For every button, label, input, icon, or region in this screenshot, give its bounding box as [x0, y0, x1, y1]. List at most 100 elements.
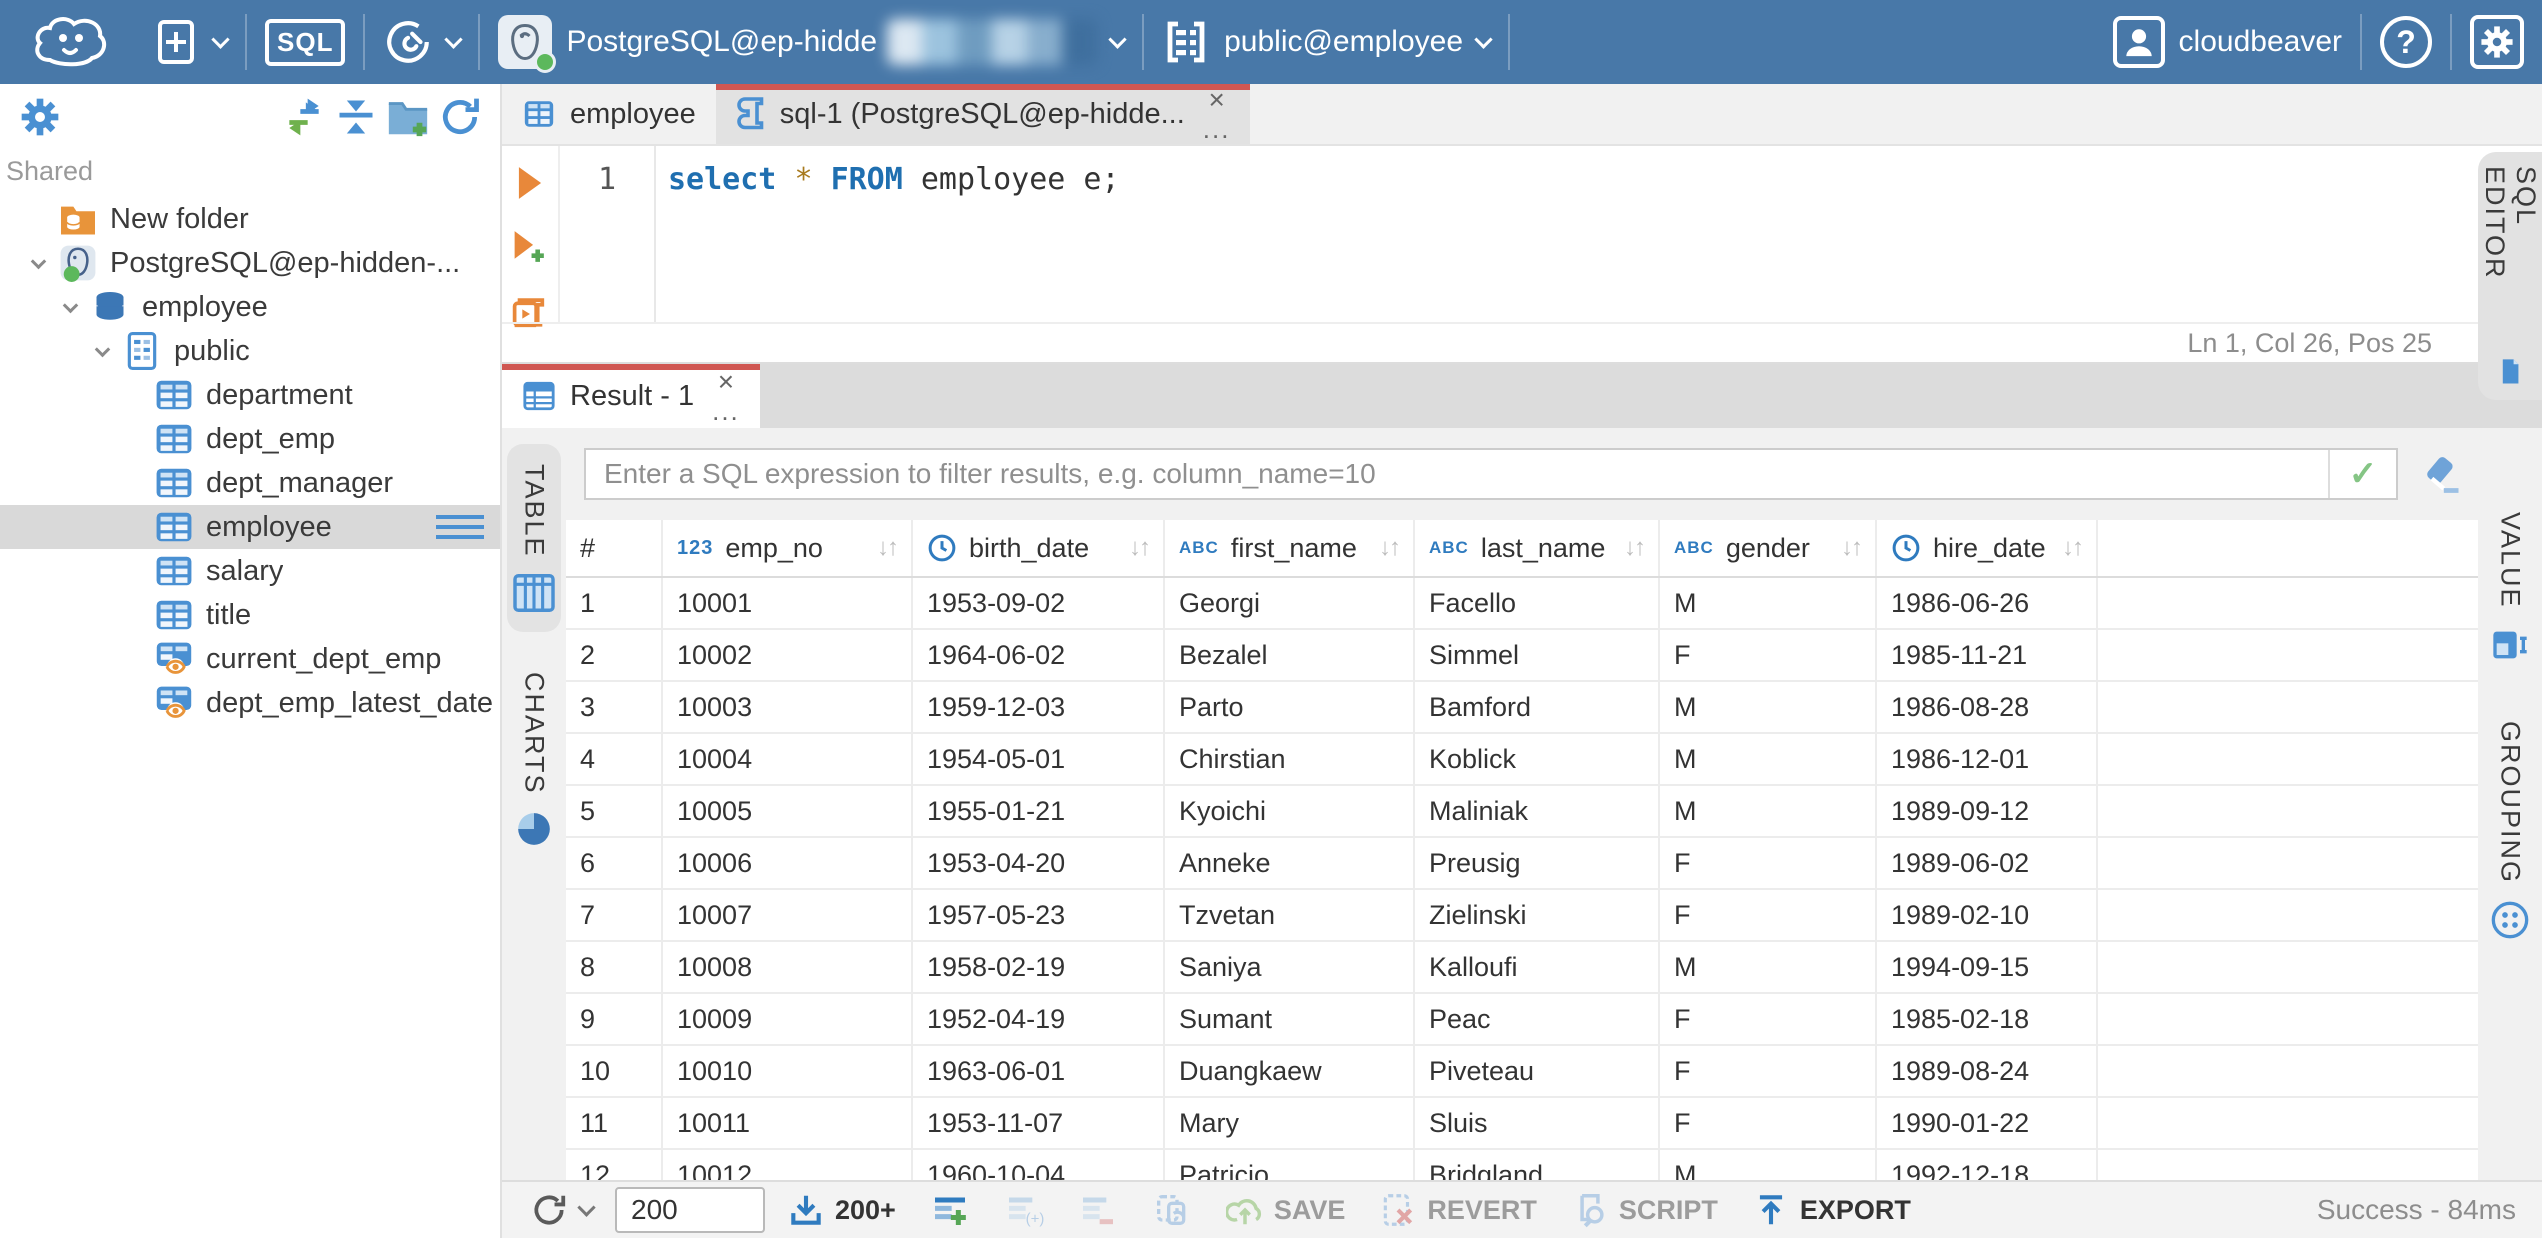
grid-cell[interactable]: Kalloufi	[1415, 942, 1660, 992]
connection-selector[interactable]: PostgreSQL@ep-hidde	[480, 0, 1142, 84]
grid-cell[interactable]: 1952-04-19	[913, 994, 1165, 1044]
grid-cell[interactable]: Georgi	[1165, 578, 1415, 628]
row-number-cell[interactable]: 12	[566, 1150, 663, 1180]
column-header-last_name[interactable]: ABC last_name ↓↑	[1415, 520, 1660, 576]
grid-cell[interactable]: 1953-09-02	[913, 578, 1165, 628]
tab-result-1[interactable]: Result - 1 × ...	[502, 364, 760, 428]
grid-cell[interactable]: Chirstian	[1165, 734, 1415, 784]
grid-cell[interactable]: 1994-09-15	[1877, 942, 2098, 992]
grid-cell[interactable]: Facello	[1415, 578, 1660, 628]
tree-item-department[interactable]: department	[0, 373, 500, 417]
settings-button[interactable]	[2452, 0, 2542, 84]
grid-cell[interactable]: 10010	[663, 1046, 913, 1096]
close-icon[interactable]: ×	[1208, 86, 1224, 114]
sort-arrows-icon[interactable]: ↓↑	[1119, 534, 1151, 562]
export-button[interactable]: EXPORT	[1740, 1191, 1923, 1229]
expander-chevron-icon[interactable]	[50, 297, 90, 313]
grid-cell[interactable]: 10001	[663, 578, 913, 628]
sort-arrows-icon[interactable]: ↓↑	[1831, 534, 1863, 562]
grid-cell[interactable]: 1986-12-01	[1877, 734, 2098, 784]
sort-arrows-icon[interactable]: ↓↑	[2052, 534, 2084, 562]
script-button[interactable]: SCRIPT	[1559, 1191, 1730, 1229]
tab-grouping-panel[interactable]: GROUPING	[2490, 721, 2530, 940]
copy-cell-button[interactable]	[1140, 1190, 1204, 1230]
grid-cell[interactable]: 10004	[663, 734, 913, 784]
grid-cell[interactable]: 1992-12-18	[1877, 1150, 2098, 1180]
grid-cell[interactable]: 1989-09-12	[1877, 786, 2098, 836]
grid-cell[interactable]: Bezalel	[1165, 630, 1415, 680]
grid-cell[interactable]: 1986-08-28	[1877, 682, 2098, 732]
grid-cell[interactable]: Duangkaew	[1165, 1046, 1415, 1096]
grid-cell[interactable]: Koblick	[1415, 734, 1660, 784]
sort-arrows-icon[interactable]: ↓↑	[867, 534, 899, 562]
grid-cell[interactable]: Preusig	[1415, 838, 1660, 888]
grid-cell[interactable]: Peac	[1415, 994, 1660, 1044]
help-button[interactable]: ?	[2362, 0, 2450, 84]
expander-chevron-icon[interactable]	[82, 341, 122, 357]
expander-chevron-icon[interactable]	[18, 253, 58, 269]
sql-editor-side-tab[interactable]: SQL EDITOR	[2478, 152, 2542, 400]
grid-cell[interactable]: F	[1660, 994, 1877, 1044]
apply-filter-button[interactable]: ✓	[2328, 450, 2396, 498]
grid-cell[interactable]: 1985-02-18	[1877, 994, 2098, 1044]
grid-cell[interactable]: Bridgland	[1415, 1150, 1660, 1180]
tab-employee[interactable]: employee	[502, 84, 716, 144]
duplicate-row-button[interactable]: (+)	[992, 1190, 1056, 1230]
item-menu-icon[interactable]	[436, 515, 484, 539]
filter-input[interactable]	[586, 450, 2328, 498]
user-menu[interactable]: cloudbeaver	[2095, 0, 2360, 84]
tab-charts-view[interactable]: CHARTS	[515, 672, 553, 849]
tree-item-dept-emp-latest-date[interactable]: dept_emp_latest_date	[0, 681, 500, 725]
grid-cell[interactable]: 1989-02-10	[1877, 890, 2098, 940]
link-with-editor-icon[interactable]	[278, 91, 330, 143]
grid-cell[interactable]: 1954-05-01	[913, 734, 1165, 784]
grid-cell[interactable]: 1964-06-02	[913, 630, 1165, 680]
row-number-cell[interactable]: 6	[566, 838, 663, 888]
grid-cell[interactable]: 10006	[663, 838, 913, 888]
tree-item-employee[interactable]: employee	[0, 505, 500, 549]
tab-sql-editor[interactable]: sql-1 (PostgreSQL@ep-hidde... × ...	[715, 84, 1251, 144]
grid-cell[interactable]: Sluis	[1415, 1098, 1660, 1148]
tree-item-employee[interactable]: employee	[0, 285, 500, 329]
sql-code[interactable]: select * FROM employee e;	[656, 146, 2542, 322]
column-header-gender[interactable]: ABC gender ↓↑	[1660, 520, 1877, 576]
grid-cell[interactable]: 1959-12-03	[913, 682, 1165, 732]
grid-cell[interactable]: F	[1660, 890, 1877, 940]
tree-item-current-dept-emp[interactable]: current_dept_emp	[0, 637, 500, 681]
grid-cell[interactable]: Piveteau	[1415, 1046, 1660, 1096]
row-number-cell[interactable]: 11	[566, 1098, 663, 1148]
sort-arrows-icon[interactable]: ↓↑	[1614, 534, 1646, 562]
fetch-more-button[interactable]: 200+	[775, 1191, 908, 1229]
new-connection-button[interactable]	[134, 0, 245, 84]
grid-cell[interactable]: Mary	[1165, 1098, 1415, 1148]
grid-cell[interactable]: Zielinski	[1415, 890, 1660, 940]
schema-selector[interactable]: public@employee	[1144, 0, 1508, 84]
tree-item-title[interactable]: title	[0, 593, 500, 637]
grid-cell[interactable]: M	[1660, 942, 1877, 992]
grid-cell[interactable]: Parto	[1165, 682, 1415, 732]
save-button[interactable]: SAVE	[1214, 1191, 1358, 1229]
grid-cell[interactable]: 10005	[663, 786, 913, 836]
grid-cell[interactable]: M	[1660, 1150, 1877, 1180]
grid-cell[interactable]: Saniya	[1165, 942, 1415, 992]
grid-cell[interactable]: M	[1660, 734, 1877, 784]
new-sql-editor-button[interactable]: SQL	[247, 0, 363, 84]
row-number-cell[interactable]: 10	[566, 1046, 663, 1096]
column-header-emp_no[interactable]: 123 emp_no ↓↑	[663, 520, 913, 576]
grid-cell[interactable]: M	[1660, 682, 1877, 732]
grid-cell[interactable]: F	[1660, 630, 1877, 680]
grid-cell[interactable]: Patricio	[1165, 1150, 1415, 1180]
grid-cell[interactable]: 1963-06-01	[913, 1046, 1165, 1096]
row-number-cell[interactable]: 9	[566, 994, 663, 1044]
clear-filter-eraser-icon[interactable]	[2420, 452, 2464, 496]
tree-item-dept-manager[interactable]: dept_manager	[0, 461, 500, 505]
row-limit-input[interactable]	[615, 1187, 765, 1233]
grid-cell[interactable]: 1960-10-04	[913, 1150, 1165, 1180]
execute-query-button[interactable]	[513, 164, 547, 202]
tab-menu-icon[interactable]: ...	[712, 398, 740, 424]
row-number-cell[interactable]: 5	[566, 786, 663, 836]
grid-cell[interactable]: 10002	[663, 630, 913, 680]
row-number-cell[interactable]: 7	[566, 890, 663, 940]
tab-table-view[interactable]: TABLE	[507, 444, 561, 632]
add-row-button[interactable]	[918, 1190, 982, 1230]
